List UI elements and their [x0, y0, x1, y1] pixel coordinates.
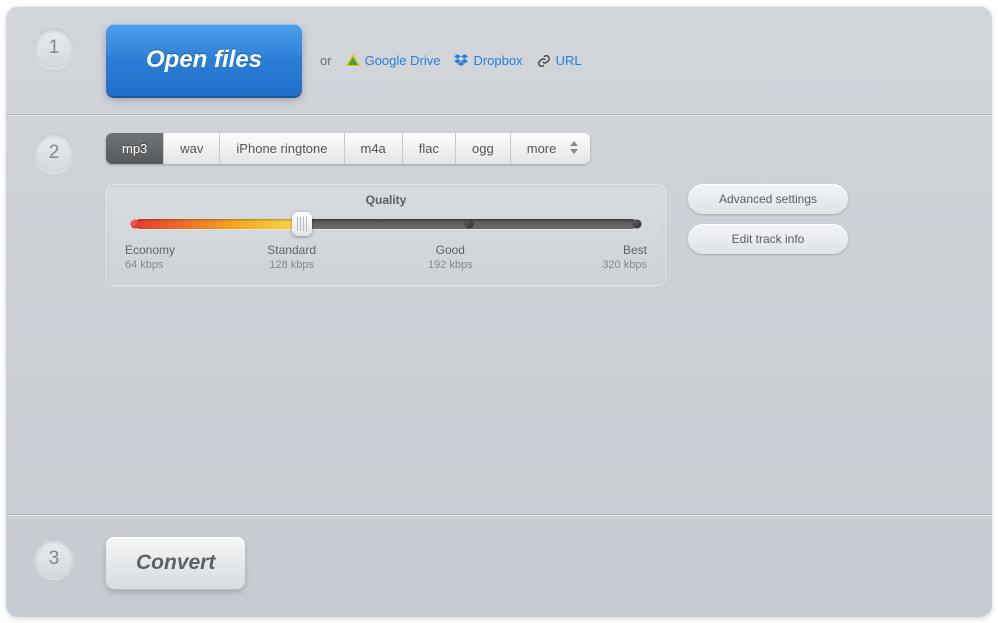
quality-label-good: Good 192 kbps	[418, 243, 482, 271]
tab-mp3[interactable]: mp3	[106, 133, 164, 164]
tab-iphone-ringtone[interactable]: iPhone ringtone	[220, 133, 344, 164]
side-buttons: Advanced settings Edit track info	[688, 184, 848, 254]
google-drive-link[interactable]: Google Drive	[346, 53, 441, 68]
format-tabs: mp3 wav iPhone ringtone m4a flac ogg mor…	[106, 133, 590, 164]
google-drive-icon	[346, 54, 360, 66]
quality-label-best: Best 320 kbps	[577, 243, 647, 271]
quality-label-economy: Economy 64 kbps	[125, 243, 195, 271]
dropbox-icon	[454, 54, 468, 66]
tab-flac[interactable]: flac	[403, 133, 456, 164]
quality-panel: Quality Economy 64 kbps Standard 128	[106, 184, 666, 286]
slider-fill	[135, 219, 301, 229]
audio-converter-app: 1 Open files or Google Drive Dropbox URL	[6, 6, 992, 617]
step-number-3: 3	[34, 539, 74, 579]
google-drive-label: Google Drive	[365, 53, 441, 68]
edit-track-info-button[interactable]: Edit track info	[688, 224, 848, 254]
quality-slider[interactable]	[135, 219, 637, 229]
convert-button[interactable]: Convert	[106, 537, 245, 589]
slider-stop-economy	[131, 220, 140, 229]
quality-title: Quality	[135, 193, 637, 207]
settings-row: Quality Economy 64 kbps Standard 128	[106, 184, 972, 286]
tab-wav[interactable]: wav	[164, 133, 220, 164]
tab-more[interactable]: more	[511, 133, 591, 164]
or-label: or	[320, 53, 332, 68]
slider-stop-good	[465, 220, 474, 229]
open-row: Open files or Google Drive Dropbox URL	[106, 24, 972, 96]
quality-labels: Economy 64 kbps Standard 128 kbps Good 1…	[135, 243, 637, 271]
open-files-button[interactable]: Open files	[106, 24, 302, 96]
dropbox-link[interactable]: Dropbox	[454, 53, 522, 68]
quality-label-standard: Standard 128 kbps	[260, 243, 324, 271]
step-number-2: 2	[34, 133, 74, 173]
tab-ogg[interactable]: ogg	[456, 133, 511, 164]
url-link[interactable]: URL	[537, 53, 582, 68]
slider-thumb[interactable]	[292, 212, 312, 236]
section-format: 2 mp3 wav iPhone ringtone m4a flac ogg m…	[6, 115, 992, 515]
section-open: 1 Open files or Google Drive Dropbox URL	[6, 6, 992, 115]
url-label: URL	[556, 53, 582, 68]
slider-stop-best	[633, 220, 642, 229]
advanced-settings-button[interactable]: Advanced settings	[688, 184, 848, 214]
step-number-1: 1	[34, 28, 74, 68]
section-convert: 3 Convert	[6, 515, 992, 617]
link-icon	[537, 54, 551, 66]
tab-m4a[interactable]: m4a	[345, 133, 403, 164]
dropbox-label: Dropbox	[473, 53, 522, 68]
